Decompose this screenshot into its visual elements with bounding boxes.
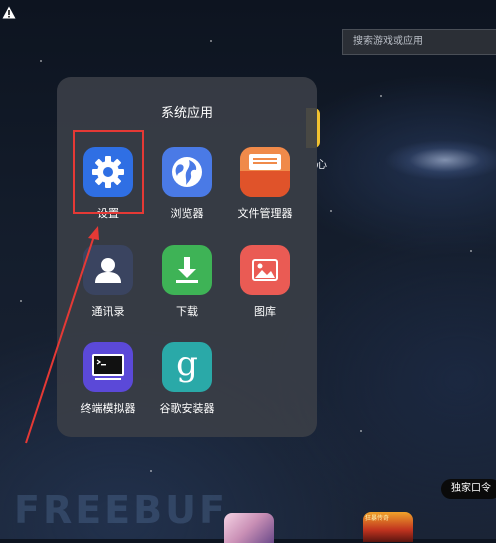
freebuf-watermark: FREEBUF: [14, 488, 228, 532]
app-label: 浏览器: [170, 207, 204, 220]
promo-thumb-text: 狂暴传奇: [365, 515, 390, 522]
download-icon: [162, 245, 212, 295]
search-input[interactable]: 搜索游戏或应用: [342, 29, 496, 55]
folder-title: 系统应用: [160, 106, 213, 121]
terminal-icon: [83, 342, 133, 392]
app-label: 文件管理器: [237, 207, 293, 220]
gallery-icon: [240, 245, 290, 295]
app-google-installer[interactable]: g 谷歌安装器: [142, 342, 232, 416]
app-browser[interactable]: 浏览器: [142, 147, 232, 221]
app-download[interactable]: 下载: [142, 245, 232, 319]
app-contacts[interactable]: 通讯录: [63, 245, 153, 319]
app-label: 通讯录: [91, 305, 125, 318]
file-manager-icon: [240, 147, 290, 197]
app-label: 图库: [254, 305, 276, 318]
app-label: 下载: [176, 305, 198, 318]
exclusive-code-badge[interactable]: 独家口令: [441, 479, 496, 499]
app-label: 终端模拟器: [80, 402, 136, 415]
warning-icon: [2, 6, 16, 19]
globe-icon: [162, 147, 212, 197]
app-terminal-emulator[interactable]: 终端模拟器: [63, 342, 153, 416]
google-installer-icon: g: [162, 342, 212, 392]
app-gallery[interactable]: 图库: [220, 245, 310, 319]
app-file-manager[interactable]: 文件管理器: [220, 147, 310, 221]
svg-text:g: g: [176, 347, 198, 384]
game-thumbnail-promo[interactable]: 狂暴传奇: [363, 512, 413, 542]
settings-highlight-box: [73, 130, 144, 214]
background-app-label-fragment: 心: [316, 158, 327, 171]
app-label: 谷歌安装器: [159, 402, 215, 415]
contacts-icon: [83, 245, 133, 295]
